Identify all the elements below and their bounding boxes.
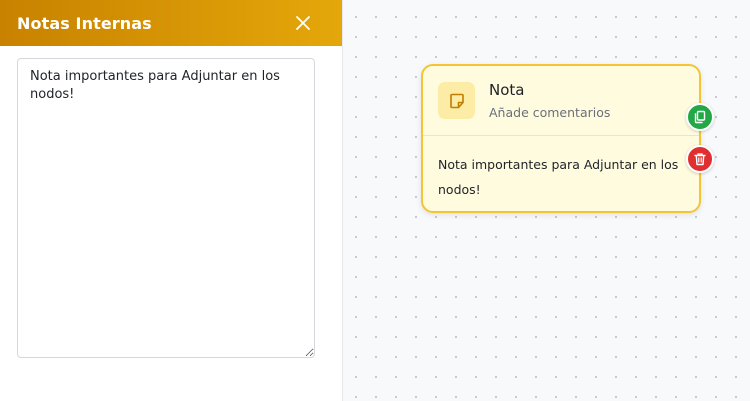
copy-icon (694, 110, 706, 124)
panel-title: Notas Internas (17, 13, 152, 33)
delete-node-button[interactable] (686, 145, 714, 173)
node-note-text: Nota importantes para Adjuntar en los no… (438, 157, 679, 197)
notes-textarea[interactable]: Nota importantes para Adjuntar en los no… (17, 58, 315, 358)
copy-node-button[interactable] (686, 103, 714, 131)
node-icon-container (438, 82, 475, 119)
note-node[interactable]: Nota Añade comentarios Nota importantes … (421, 64, 701, 213)
node-header: Nota Añade comentarios (423, 66, 699, 136)
node-title: Nota (489, 81, 525, 99)
trash-icon (694, 153, 706, 166)
close-icon (296, 16, 310, 30)
sticky-note-icon (449, 93, 464, 108)
node-subtitle: Añade comentarios (489, 105, 611, 120)
close-button[interactable] (294, 14, 312, 32)
panel-header: Notas Internas (0, 0, 342, 46)
notes-side-panel: Notas Internas Nota importantes para Adj… (0, 0, 343, 401)
